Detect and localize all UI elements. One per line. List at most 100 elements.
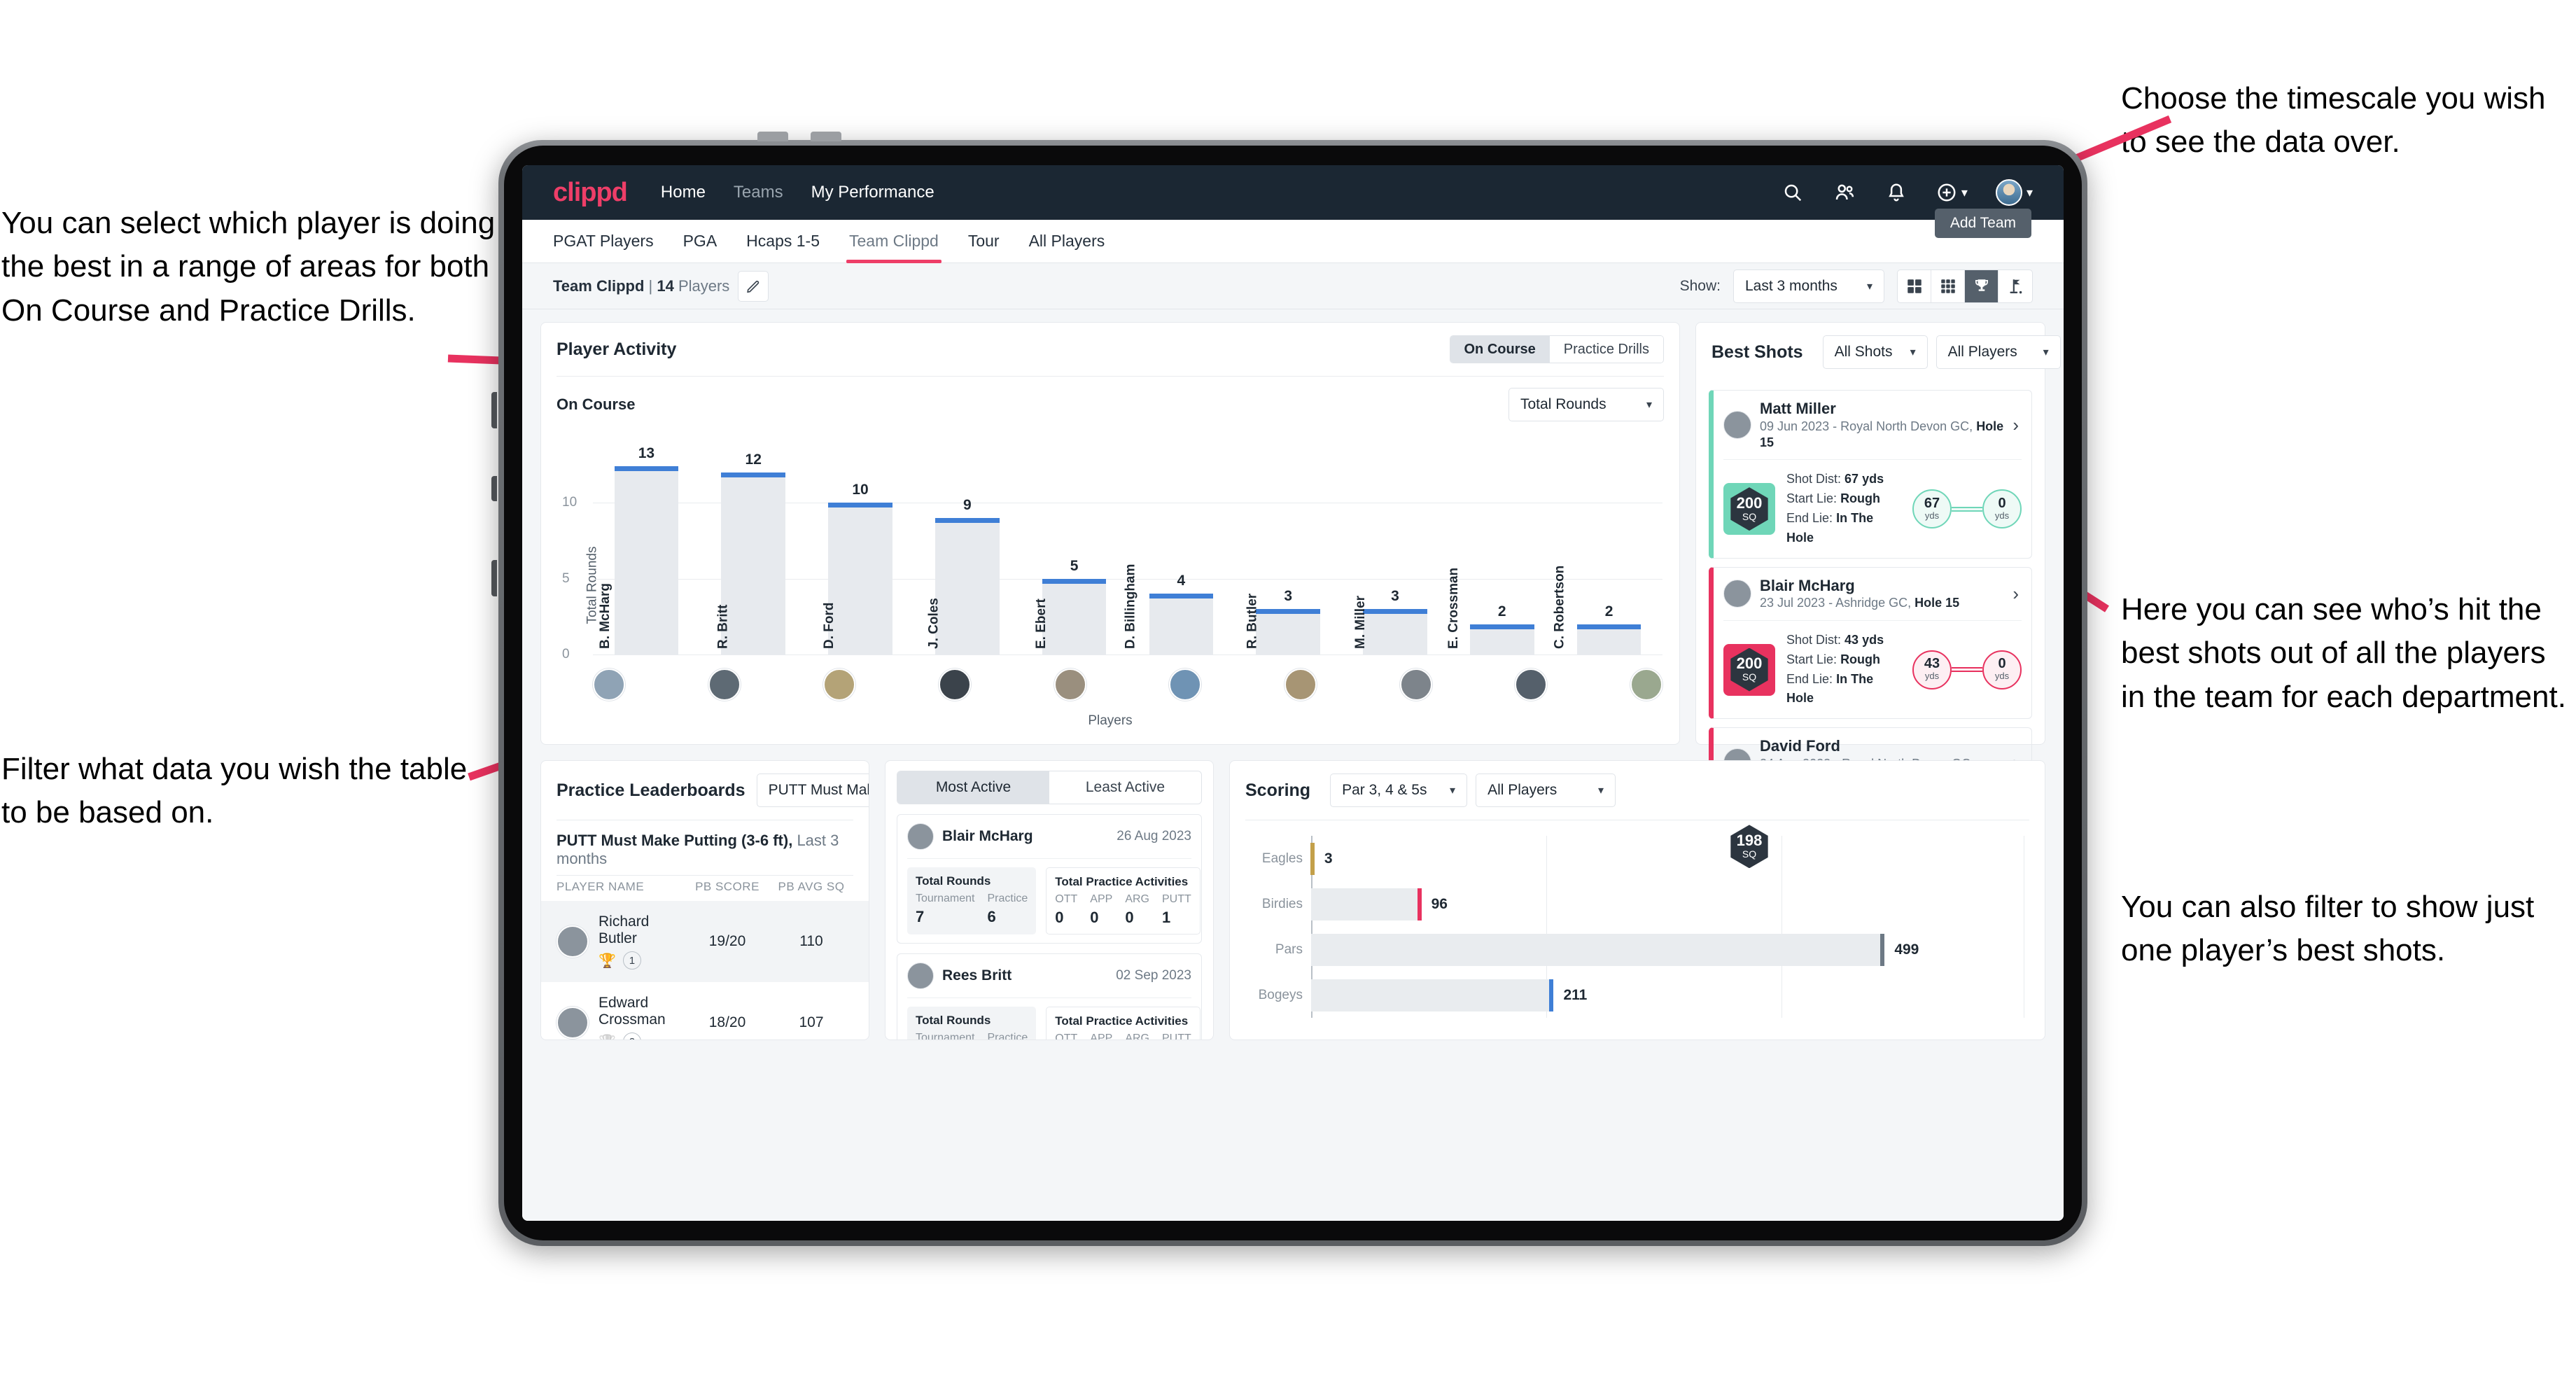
bar-group[interactable]: 12 R. Britt xyxy=(700,445,807,654)
scoring-category-label: Birdies xyxy=(1261,896,1303,911)
tournament-label: Tournament xyxy=(916,1032,975,1040)
tab-hcaps-1-5[interactable]: Hcaps 1-5 xyxy=(746,220,820,263)
chart-bars: 13 B. McHarg 12 R. Britt 10 D. Ford 9 J. Coles 5… xyxy=(593,445,1662,654)
table-row[interactable]: Edward Crossman🏆218/20107 xyxy=(541,982,869,1040)
bar[interactable]: J. Coles xyxy=(926,518,1000,654)
activity-card-item[interactable]: Blair McHarg 26 Aug 2023 Total Rounds Tourn… xyxy=(897,814,1202,944)
grid-9-icon[interactable] xyxy=(1931,270,1965,302)
gridline xyxy=(593,654,1662,655)
bar[interactable]: C. Robertson xyxy=(1552,566,1642,654)
tab-least-active[interactable]: Least Active xyxy=(1049,771,1201,804)
pb-score: 19/20 xyxy=(708,933,746,949)
people-icon[interactable] xyxy=(1833,181,1856,204)
bar-group[interactable]: 10 D. Ford xyxy=(807,445,914,654)
clippd-logo[interactable]: clippd xyxy=(553,178,628,208)
practice-label: Practice xyxy=(987,892,1028,904)
par-filter-select[interactable]: Par 3, 4 & 5s ▾ xyxy=(1330,774,1468,807)
activity-card-item[interactable]: Rees Britt 02 Sep 2023 Total Rounds Tournam… xyxy=(897,953,1202,1040)
shot-details: Shot Dist: 43 yds Start Lie: Rough End Lie… xyxy=(1786,631,1901,709)
shot-dist-value: 43 yds xyxy=(1844,632,1884,647)
player-avatar[interactable] xyxy=(1284,668,1317,701)
side-detail xyxy=(491,476,497,501)
tab-all-players[interactable]: All Players xyxy=(1029,220,1105,263)
tab-tour[interactable]: Tour xyxy=(968,220,1000,263)
chevron-right-icon[interactable]: › xyxy=(2012,583,2022,605)
bar-value: 5 xyxy=(1070,557,1079,574)
bar[interactable]: R. Butler xyxy=(1245,594,1321,654)
bar-group[interactable]: 5 E. Ebert xyxy=(1021,445,1128,654)
bar[interactable]: E. Crossman xyxy=(1446,568,1534,654)
scoring-row[interactable]: Birdies 96 xyxy=(1251,888,2024,920)
player-avatar[interactable] xyxy=(593,668,625,701)
best-shot-card[interactable]: Matt Miller 09 Jun 2023 - Royal North Dev… xyxy=(1709,390,2032,559)
practice-activities-box: Total Practice ActivitiesOTT0APP0ARG0PUT… xyxy=(1046,1007,1200,1040)
segment-on-course[interactable]: On Course xyxy=(1450,336,1550,363)
bar-group[interactable]: 13 B. McHarg xyxy=(593,445,700,654)
bar-group[interactable]: 3 M. Miller xyxy=(1342,445,1449,654)
activity-card-body: Total RoundsTournament8Practice4 Total Pr… xyxy=(907,1007,1200,1040)
scoring-row[interactable]: Bogeys 211 xyxy=(1251,979,2024,1011)
player-avatar[interactable] xyxy=(938,668,971,701)
tab-pgat-players[interactable]: PGAT Players xyxy=(553,220,654,263)
bar[interactable]: D. Billingham xyxy=(1124,564,1214,654)
chevron-down-icon: ▾ xyxy=(1646,399,1652,411)
annotation-right-mid: Here you can see who’s hit the best shot… xyxy=(2121,592,2566,714)
bar-group[interactable]: 3 R. Butler xyxy=(1235,445,1342,654)
bell-icon[interactable] xyxy=(1884,181,1908,204)
scoring-bar xyxy=(1311,888,1422,920)
player-avatar[interactable] xyxy=(823,668,856,701)
bar[interactable]: D. Ford xyxy=(822,503,892,654)
bar[interactable]: E. Ebert xyxy=(1034,578,1107,654)
nav-link-my-performance[interactable]: My Performance xyxy=(811,183,934,202)
putt-label: PUTT xyxy=(1161,893,1191,905)
scoring-row[interactable]: Eagles 3 xyxy=(1251,842,2024,875)
total-rounds-box: Total Rounds Tournament 7 Practice 6 xyxy=(907,867,1037,934)
search-icon[interactable] xyxy=(1781,181,1805,204)
best-shot-card[interactable]: Blair McHarg 23 Jul 2023 - Ashridge GC, H… xyxy=(1709,566,2032,720)
players-filter-select[interactable]: All Players ▾ xyxy=(1935,335,2061,369)
bar-group[interactable]: 4 D. Billingham xyxy=(1124,445,1235,654)
player-avatar[interactable] xyxy=(1054,668,1086,701)
table-row[interactable]: Richard Butler 🏆 1 19/20 110 xyxy=(541,901,869,982)
pencil-icon[interactable] xyxy=(738,270,769,302)
plus-circle-icon[interactable]: ▾ xyxy=(1936,181,1968,204)
nav-link-home[interactable]: Home xyxy=(661,183,706,202)
grid-4-icon[interactable] xyxy=(1898,270,1931,302)
player-avatar[interactable] xyxy=(1630,668,1662,701)
metric-select[interactable]: Total Rounds ▾ xyxy=(1508,388,1664,421)
scoring-players-select[interactable]: All Players ▾ xyxy=(1476,774,1616,807)
bar-group[interactable]: 2 C. Robertson xyxy=(1552,445,1662,654)
golf-flag-icon[interactable] xyxy=(1998,270,2032,302)
player-name: Blair McHarg xyxy=(1760,576,1855,594)
trophy-icon[interactable] xyxy=(1965,270,1998,302)
chevron-right-icon[interactable]: › xyxy=(2012,414,2022,436)
tab-pga[interactable]: PGA xyxy=(683,220,718,263)
player-avatar[interactable] xyxy=(708,668,741,701)
metric-value: Total Rounds xyxy=(1520,396,1606,412)
timescale-select[interactable]: Last 3 months ▾ xyxy=(1733,269,1884,303)
player-avatar[interactable] xyxy=(1515,668,1548,701)
scoring-row[interactable]: Pars 499 xyxy=(1251,933,2024,966)
rank-row: 🏆 1 xyxy=(598,951,685,969)
bar[interactable]: M. Miller xyxy=(1353,596,1427,654)
avatar[interactable]: ▾ xyxy=(1995,179,2033,206)
bar-value: 9 xyxy=(962,497,972,513)
shots-filter-select[interactable]: All Shots ▾ xyxy=(1822,335,1928,369)
player-avatar[interactable] xyxy=(1399,668,1432,701)
tab-team-clippd[interactable]: Team Clippd xyxy=(846,220,941,263)
bar-group[interactable]: 9 J. Coles xyxy=(913,445,1021,654)
scoring-track: 96 xyxy=(1311,888,2024,920)
shot-distance-diagram: 67 yds 0 yds xyxy=(1912,489,2022,529)
player-avatar[interactable] xyxy=(1169,668,1202,701)
bar[interactable]: B. McHarg xyxy=(598,466,679,654)
segment-practice-drills[interactable]: Practice Drills xyxy=(1549,336,1663,363)
annotation-left-top: You can select which player is doing the… xyxy=(1,206,496,328)
nav-link-teams[interactable]: Teams xyxy=(734,183,783,202)
drill-select[interactable]: PUTT Must Make Putting ... ▾ xyxy=(756,774,869,807)
total-rounds-box: Total RoundsTournament8Practice4 xyxy=(907,1007,1037,1040)
bar-group[interactable]: 2 E. Crossman xyxy=(1446,445,1555,654)
bar[interactable]: R. Britt xyxy=(716,472,786,654)
bar-value: 10 xyxy=(852,482,869,498)
tab-most-active[interactable]: Most Active xyxy=(897,771,1049,804)
view-toggle-group xyxy=(1897,269,2033,303)
